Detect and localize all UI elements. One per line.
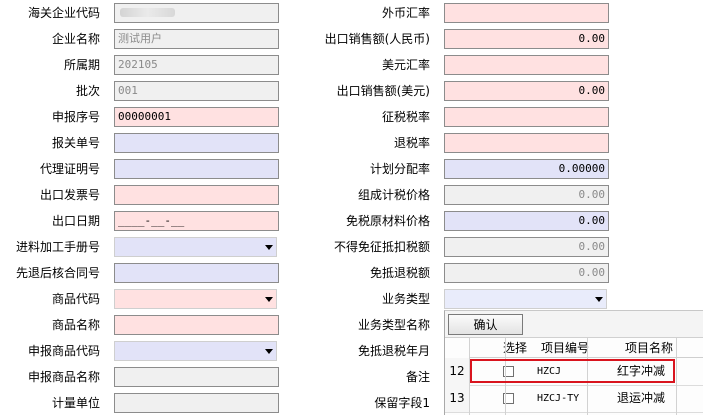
redacted-value xyxy=(120,8,175,17)
right-field-label: 外币汇率 xyxy=(381,6,430,20)
right-field-label: 业务类型名称 xyxy=(357,318,430,332)
column-header-item-name: 项目名称 xyxy=(625,341,674,355)
right-field-label: 免抵退税年月 xyxy=(357,344,430,358)
right-field-value: 0.00 xyxy=(578,188,606,201)
left-field-label: 报关单号 xyxy=(51,136,100,150)
column-header-select: 选择 xyxy=(503,341,528,355)
right-field-input[interactable]: 0.00 xyxy=(444,185,609,205)
right-field-input[interactable]: 0.00 xyxy=(444,237,609,257)
left-field-input[interactable] xyxy=(114,289,277,309)
left-field-label: 计量单位 xyxy=(51,396,100,410)
right-field-label: 组成计税价格 xyxy=(357,188,430,202)
right-field-value: 0.00000 xyxy=(558,162,605,175)
left-field-label: 商品名称 xyxy=(51,318,100,332)
right-field-input[interactable]: 0.00 xyxy=(444,263,609,283)
right-field-input[interactable] xyxy=(444,289,607,309)
left-field-value: ____-__-__ xyxy=(118,214,185,227)
right-field-input[interactable]: 0.00 xyxy=(444,81,609,101)
left-field-input[interactable] xyxy=(114,185,279,205)
highlight-selected-row xyxy=(470,359,675,383)
left-field-label: 申报商品代码 xyxy=(27,344,100,358)
row-number: 12 xyxy=(445,358,469,386)
left-field-value: 00000001 xyxy=(118,110,171,123)
right-field-label: 美元汇率 xyxy=(381,58,430,72)
left-field-label: 申报商品名称 xyxy=(27,370,100,384)
right-field-label: 征税税率 xyxy=(381,110,430,124)
chevron-down-icon[interactable] xyxy=(265,245,273,250)
left-field-label: 海关企业代码 xyxy=(27,6,100,20)
right-field-label: 不得免征抵扣税额 xyxy=(333,240,430,254)
right-field-input[interactable]: 0.00000 xyxy=(444,159,609,179)
right-field-input[interactable] xyxy=(444,3,609,23)
right-field-label: 业务类型 xyxy=(381,292,430,306)
left-field-input[interactable]: ____-__-__ xyxy=(114,211,279,231)
left-field-label: 代理证明号 xyxy=(39,162,100,176)
right-field-value: 0.00 xyxy=(578,214,606,227)
chevron-down-icon[interactable] xyxy=(265,297,273,302)
right-field-label: 免税原材料价格 xyxy=(345,214,430,228)
chevron-down-icon[interactable] xyxy=(265,349,273,354)
right-field-label: 计划分配率 xyxy=(369,162,430,176)
popup-toolbar: 确认 xyxy=(445,311,703,338)
confirm-button[interactable]: 确认 xyxy=(448,314,523,335)
left-field-input[interactable] xyxy=(114,341,277,361)
left-field-label: 企业名称 xyxy=(51,32,100,46)
row-number: 13 xyxy=(445,385,469,413)
row-item-code: HZCJ-TY xyxy=(537,393,580,404)
left-field-label: 先退后核合同号 xyxy=(15,266,100,280)
right-field-input[interactable]: 0.00 xyxy=(444,29,609,49)
left-field-value: 001 xyxy=(118,84,138,97)
right-field-value: 0.00 xyxy=(578,32,606,45)
left-field-input[interactable] xyxy=(114,159,279,179)
left-field-input[interactable] xyxy=(114,315,279,335)
left-field-label: 所属期 xyxy=(63,58,100,72)
left-field-input[interactable] xyxy=(114,237,277,257)
left-field-label: 进料加工手册号 xyxy=(15,240,100,254)
right-field-value: 0.00 xyxy=(578,240,606,253)
left-field-label: 申报序号 xyxy=(51,110,100,124)
right-field-input[interactable]: 0.00 xyxy=(444,211,609,231)
left-field-input[interactable] xyxy=(114,3,279,23)
chevron-down-icon[interactable] xyxy=(595,297,603,302)
left-field-input[interactable]: 202105 xyxy=(114,55,279,75)
right-field-label: 出口销售额(美元) xyxy=(336,84,430,98)
right-field-value: 0.00 xyxy=(578,84,606,97)
right-field-input[interactable] xyxy=(444,107,609,127)
left-field-label: 出口发票号 xyxy=(39,188,100,202)
left-field-input[interactable] xyxy=(114,367,279,387)
right-field-value: 0.00 xyxy=(578,266,606,279)
left-field-input[interactable]: 001 xyxy=(114,81,279,101)
left-field-input[interactable] xyxy=(114,133,279,153)
right-field-label: 退税率 xyxy=(393,136,430,150)
right-field-input[interactable] xyxy=(444,133,609,153)
right-field-label: 出口销售额(人民币) xyxy=(324,32,430,46)
column-header-item-code: 项目编号 xyxy=(541,341,590,355)
left-field-label: 批次 xyxy=(75,84,100,98)
right-field-input[interactable] xyxy=(444,55,609,75)
left-field-input[interactable] xyxy=(114,263,279,283)
grid-column-divider xyxy=(676,338,677,415)
grid-header-divider xyxy=(469,357,703,358)
left-field-input[interactable]: 00000001 xyxy=(114,107,279,127)
right-field-label: 免抵退税额 xyxy=(369,266,430,280)
left-field-label: 出口日期 xyxy=(51,214,100,228)
left-field-value: 测试用户 xyxy=(118,32,162,45)
left-field-input[interactable] xyxy=(114,393,279,413)
right-field-label: 备注 xyxy=(405,370,430,384)
left-field-label: 商品代码 xyxy=(51,292,100,306)
left-field-value: 202105 xyxy=(118,58,158,71)
row-item-name: 退运冲减 xyxy=(617,391,666,405)
left-field-input[interactable]: 测试用户 xyxy=(114,29,279,49)
right-field-label: 保留字段1 xyxy=(374,396,430,410)
